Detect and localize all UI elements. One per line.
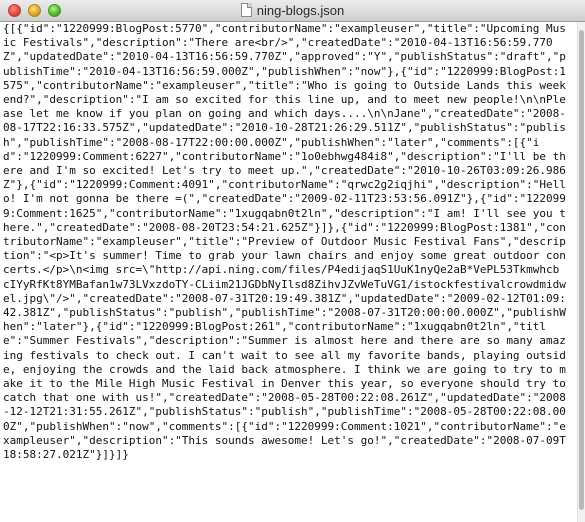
title-bar[interactable]: ning-blogs.json bbox=[0, 0, 585, 22]
scrollbar-thumb[interactable] bbox=[579, 30, 584, 510]
text-editor-area[interactable]: {[{"id":"1220999:BlogPost:5770","contrib… bbox=[0, 22, 577, 522]
window-title: ning-blogs.json bbox=[0, 3, 585, 18]
editor-window: ning-blogs.json {[{"id":"1220999:BlogPos… bbox=[0, 0, 585, 522]
json-text-content[interactable]: {[{"id":"1220999:BlogPost:5770","contrib… bbox=[0, 22, 577, 462]
document-icon bbox=[240, 3, 252, 17]
vertical-scrollbar[interactable] bbox=[577, 22, 585, 522]
window-title-text: ning-blogs.json bbox=[256, 3, 345, 18]
